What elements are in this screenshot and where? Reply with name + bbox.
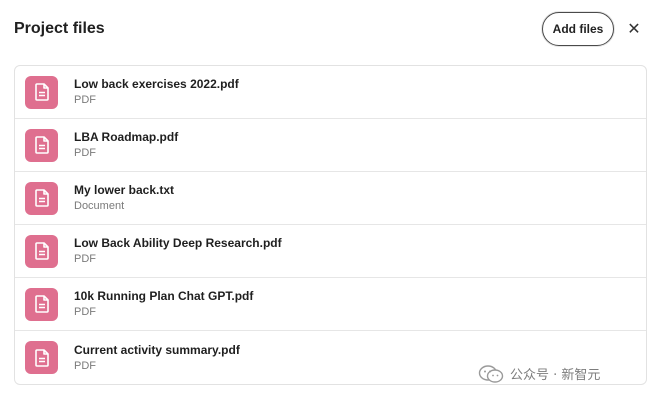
dialog-header: Project files Add files ✕ xyxy=(0,0,660,60)
file-type: Document xyxy=(74,200,125,212)
close-icon[interactable]: ✕ xyxy=(624,19,644,39)
file-name: Low back exercises 2022.pdf xyxy=(74,77,239,91)
file-row[interactable]: Low back exercises 2022.pdf PDF xyxy=(15,66,646,119)
file-list: Low back exercises 2022.pdf PDF LBA Road… xyxy=(14,65,647,385)
file-row[interactable]: My lower back.txt Document xyxy=(15,172,646,225)
document-icon xyxy=(25,287,58,321)
document-icon xyxy=(25,181,58,215)
file-row[interactable]: 10k Running Plan Chat GPT.pdf PDF xyxy=(15,278,646,331)
document-icon xyxy=(25,234,58,268)
document-icon xyxy=(25,75,58,109)
watermark: 公众号 · 新智元 xyxy=(478,364,600,383)
add-files-button[interactable]: Add files xyxy=(542,12,614,46)
file-type: PDF xyxy=(74,306,96,318)
document-icon xyxy=(25,128,58,162)
file-name: Current activity summary.pdf xyxy=(74,342,240,357)
file-type: PDF xyxy=(74,253,96,265)
file-name: LBA Roadmap.pdf xyxy=(74,130,179,144)
file-name: My lower back.txt xyxy=(74,183,175,197)
file-name: 10k Running Plan Chat GPT.pdf xyxy=(74,289,254,303)
file-type: PDF xyxy=(74,94,96,106)
wechat-icon xyxy=(478,364,504,383)
file-type: PDF xyxy=(74,147,96,159)
file-row[interactable]: LBA Roadmap.pdf PDF xyxy=(15,119,646,172)
file-type: PDF xyxy=(74,359,96,372)
file-name: Low Back Ability Deep Research.pdf xyxy=(74,236,282,250)
watermark-text: 公众号 · 新智元 xyxy=(510,368,601,383)
file-row[interactable]: Low Back Ability Deep Research.pdf PDF xyxy=(15,225,646,278)
dialog-title: Project files xyxy=(14,20,105,37)
document-icon xyxy=(25,341,58,374)
